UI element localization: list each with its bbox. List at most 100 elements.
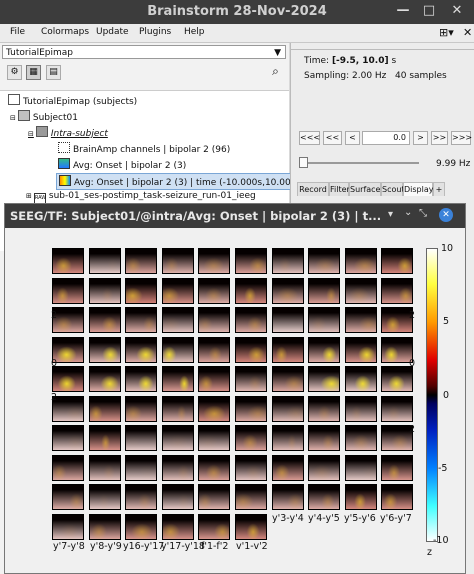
tf-cell[interactable] bbox=[161, 336, 194, 363]
tf-cell[interactable] bbox=[125, 484, 158, 510]
tf-cell[interactable] bbox=[52, 307, 84, 333]
tf-cell[interactable] bbox=[125, 425, 158, 451]
figure-shade-icon[interactable]: ⌄ bbox=[404, 207, 412, 218]
tf-cell[interactable] bbox=[161, 513, 194, 540]
tf-cell[interactable] bbox=[125, 366, 158, 392]
tree-node-protocol[interactable]: TutorialEpimap (subjects) bbox=[8, 94, 137, 107]
expand-icon[interactable]: ⊞ bbox=[26, 192, 32, 200]
collapse-icon[interactable]: ⊟ bbox=[28, 130, 34, 138]
tf-cell[interactable] bbox=[271, 454, 304, 481]
tf-cell[interactable] bbox=[161, 454, 194, 481]
time-value-input[interactable]: 0.0 bbox=[362, 131, 410, 145]
tf-cell[interactable] bbox=[271, 395, 304, 422]
tf-cell[interactable] bbox=[52, 395, 84, 422]
slider-thumb[interactable] bbox=[299, 157, 308, 168]
tf-cell[interactable] bbox=[88, 336, 121, 363]
tf-cell[interactable] bbox=[52, 513, 84, 540]
tf-cell[interactable] bbox=[271, 366, 304, 392]
tf-cell[interactable] bbox=[88, 454, 121, 481]
tf-grid[interactable] bbox=[52, 248, 417, 549]
tf-cell[interactable] bbox=[52, 484, 84, 510]
tree-node-intra-subject[interactable]: ⊟ Intra-subject bbox=[28, 126, 108, 139]
tf-cell[interactable] bbox=[161, 395, 194, 422]
search-icon[interactable]: ⌕ bbox=[268, 65, 283, 80]
tf-cell[interactable] bbox=[381, 307, 414, 333]
colorbar[interactable] bbox=[426, 248, 438, 542]
tf-cell[interactable] bbox=[198, 336, 231, 363]
tab-record[interactable]: Record bbox=[297, 182, 329, 196]
protocol-select[interactable]: TutorialEpimap ▼ bbox=[2, 45, 286, 59]
tf-cell[interactable] bbox=[308, 395, 341, 422]
time-fast-back-button[interactable]: << bbox=[323, 131, 342, 145]
tf-cell[interactable] bbox=[344, 366, 377, 392]
tf-cell[interactable] bbox=[198, 366, 231, 392]
tf-cell[interactable] bbox=[271, 307, 304, 333]
tf-cell[interactable] bbox=[88, 395, 121, 422]
tf-cell[interactable] bbox=[161, 366, 194, 392]
tf-cell[interactable] bbox=[381, 395, 414, 422]
tf-cell[interactable] bbox=[125, 336, 158, 363]
tf-cell[interactable] bbox=[235, 366, 267, 392]
tab-surface[interactable]: Surface bbox=[349, 182, 381, 196]
tf-cell[interactable] bbox=[125, 307, 158, 333]
tf-cell[interactable] bbox=[88, 484, 121, 510]
tf-cell[interactable] bbox=[344, 248, 377, 274]
tf-cell[interactable] bbox=[381, 248, 414, 274]
tf-cell[interactable] bbox=[308, 277, 341, 304]
tf-cell[interactable] bbox=[52, 454, 84, 481]
tf-cell[interactable] bbox=[235, 454, 267, 481]
tf-cell[interactable] bbox=[308, 366, 341, 392]
tf-cell[interactable] bbox=[344, 425, 377, 451]
tf-cell[interactable] bbox=[235, 395, 267, 422]
tf-cell[interactable] bbox=[88, 248, 121, 274]
tf-cell[interactable] bbox=[161, 307, 194, 333]
tf-cell[interactable] bbox=[381, 454, 414, 481]
tf-cell[interactable] bbox=[235, 336, 267, 363]
tf-cell[interactable] bbox=[308, 248, 341, 274]
time-fast-forward-button[interactable]: >> bbox=[431, 131, 448, 145]
tf-cell[interactable] bbox=[198, 425, 231, 451]
figure-restore-icon[interactable]: ⤡ bbox=[419, 208, 427, 219]
tf-cell[interactable] bbox=[308, 454, 341, 481]
time-back-button[interactable]: < bbox=[345, 131, 360, 145]
tf-cell[interactable] bbox=[271, 277, 304, 304]
tf-cell[interactable] bbox=[344, 395, 377, 422]
frequency-slider[interactable] bbox=[299, 157, 419, 169]
tab-add[interactable]: + bbox=[433, 182, 445, 196]
tf-cell[interactable] bbox=[52, 366, 84, 392]
tree-node-subject[interactable]: ⊟ Subject01 bbox=[10, 110, 78, 123]
close-icon[interactable]: ✕ bbox=[446, 0, 468, 24]
tf-cell[interactable] bbox=[235, 513, 267, 540]
tf-cell[interactable] bbox=[198, 484, 231, 510]
tf-cell[interactable] bbox=[198, 513, 231, 540]
view-conditions-icon[interactable]: ▤ bbox=[46, 65, 61, 80]
tf-cell[interactable] bbox=[52, 277, 84, 304]
tf-cell[interactable] bbox=[381, 484, 414, 510]
figure-minimize-icon[interactable]: ▾ bbox=[388, 209, 393, 220]
tf-cell[interactable] bbox=[344, 336, 377, 363]
tf-cell[interactable] bbox=[88, 366, 121, 392]
tf-cell[interactable] bbox=[271, 425, 304, 451]
tf-cell[interactable] bbox=[125, 277, 158, 304]
tf-cell[interactable] bbox=[271, 336, 304, 363]
tf-cell[interactable] bbox=[161, 425, 194, 451]
tab-display[interactable]: Display bbox=[403, 182, 434, 196]
tf-cell[interactable] bbox=[235, 307, 267, 333]
time-last-button[interactable]: >>> bbox=[451, 131, 472, 145]
time-forward-button[interactable]: > bbox=[413, 131, 428, 145]
minimize-icon[interactable]: — bbox=[392, 0, 414, 24]
tf-cell[interactable] bbox=[344, 484, 377, 510]
tf-cell[interactable] bbox=[308, 484, 341, 510]
tf-cell[interactable] bbox=[198, 454, 231, 481]
tf-cell[interactable] bbox=[161, 277, 194, 304]
tree-node-channels[interactable]: BrainAmp channels | bipolar 2 (96) bbox=[58, 142, 230, 155]
tf-cell[interactable] bbox=[308, 307, 341, 333]
tf-cell[interactable] bbox=[88, 277, 121, 304]
tf-cell[interactable] bbox=[52, 248, 84, 274]
tf-cell[interactable] bbox=[344, 277, 377, 304]
tree-node-timefreq-selected[interactable]: Avg: Onset | bipolar 2 (3) | time (-10.0… bbox=[56, 173, 308, 190]
tf-cell[interactable] bbox=[381, 277, 414, 304]
menu-help[interactable]: Help bbox=[184, 27, 205, 37]
view-anatomy-icon[interactable]: ⚙ bbox=[7, 65, 22, 80]
tf-cell[interactable] bbox=[344, 454, 377, 481]
